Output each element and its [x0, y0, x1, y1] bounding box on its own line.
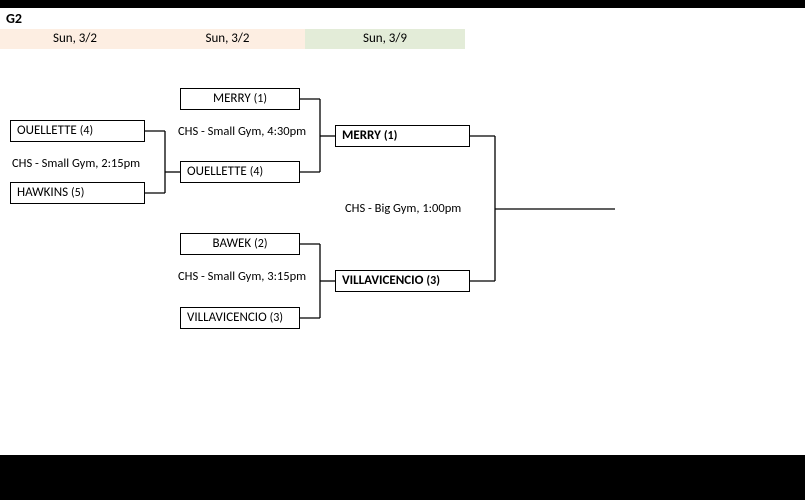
- final-bottom: VILLAVICENCIO (3): [335, 270, 470, 292]
- team-name: HAWKINS: [17, 185, 68, 200]
- r2-m2-info: CHS - Small Gym, 3:15pm: [178, 269, 306, 284]
- r2-m1-bottom: OUELLETTE (4): [180, 161, 300, 183]
- team-seed: (5): [71, 186, 84, 200]
- r2-m1-top: MERRY (1): [180, 88, 300, 110]
- team-seed: (3): [270, 311, 283, 325]
- team-seed: (1): [384, 129, 398, 143]
- team-name: MERRY: [213, 91, 251, 106]
- date-col-3: Sun, 3/9: [305, 29, 465, 49]
- team-seed: (4): [250, 165, 263, 179]
- r1-m1-bottom: HAWKINS (5): [10, 182, 145, 204]
- date-header-row: Sun, 3/2 Sun, 3/2 Sun, 3/9: [0, 29, 805, 49]
- bracket-area: OUELLETTE (4) CHS - Small Gym, 2:15pm HA…: [0, 58, 805, 458]
- team-name: OUELLETTE: [17, 123, 77, 138]
- r2-m2-bottom: VILLAVICENCIO (3): [180, 307, 300, 329]
- letterbox-top: [0, 0, 805, 8]
- final-top: MERRY (1): [335, 125, 470, 147]
- date-col-1: Sun, 3/2: [0, 29, 150, 49]
- team-seed: (1): [254, 92, 267, 106]
- team-seed: (2): [254, 237, 267, 251]
- content: G2 Sun, 3/2 Sun, 3/2 Sun, 3/9: [0, 8, 805, 49]
- team-name: VILLAVICENCIO: [342, 273, 423, 288]
- bracket-title: G2: [0, 8, 805, 29]
- bracket-connectors: [0, 58, 805, 458]
- team-seed: (3): [426, 274, 440, 288]
- r1-m1-top: OUELLETTE (4): [10, 120, 145, 142]
- r2-m1-info: CHS - Small Gym, 4:30pm: [178, 124, 306, 139]
- team-seed: (4): [80, 124, 93, 138]
- team-name: MERRY: [342, 128, 381, 143]
- letterbox-bottom: [0, 455, 805, 500]
- team-name: VILLAVICENCIO: [187, 310, 267, 325]
- team-name: OUELLETTE: [187, 164, 247, 179]
- final-info: CHS - Big Gym, 1:00pm: [345, 201, 461, 216]
- r1-m1-info: CHS - Small Gym, 2:15pm: [12, 156, 140, 171]
- r2-m2-top: BAWEK (2): [180, 233, 300, 255]
- team-name: BAWEK: [213, 236, 252, 251]
- date-col-2: Sun, 3/2: [150, 29, 305, 49]
- page: G2 Sun, 3/2 Sun, 3/2 Sun, 3/9: [0, 0, 805, 500]
